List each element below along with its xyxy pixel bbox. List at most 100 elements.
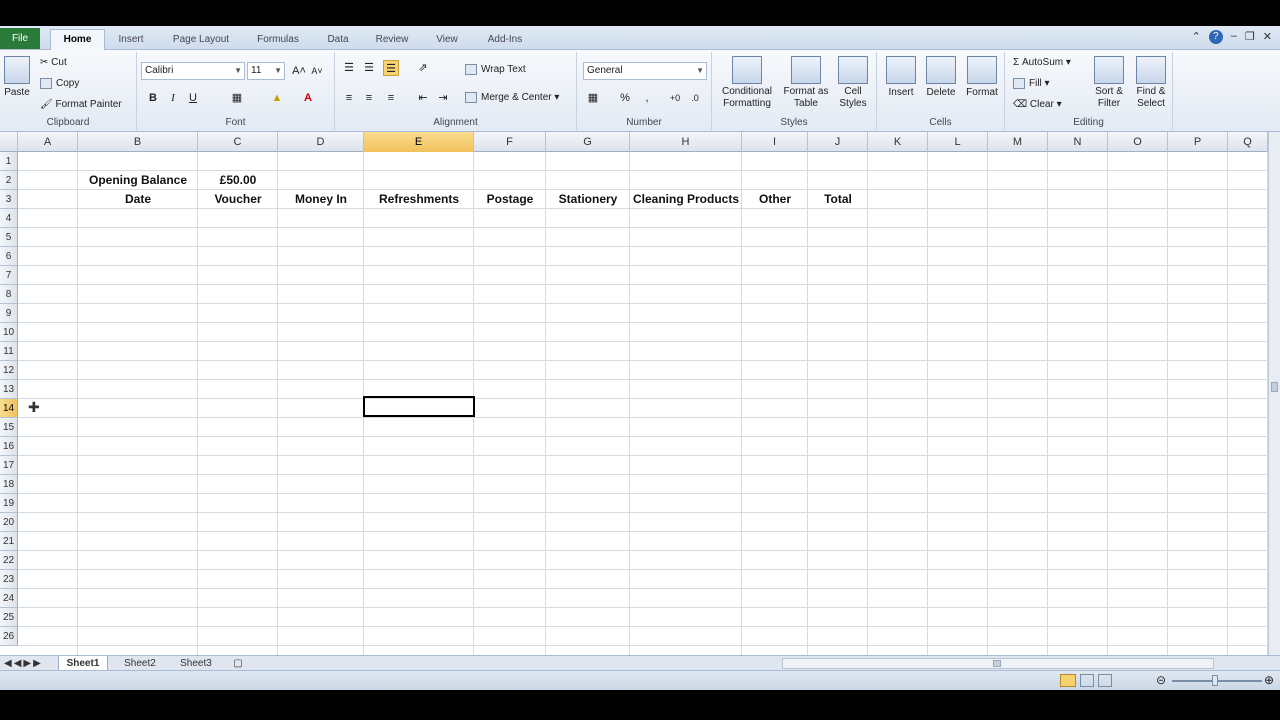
row-header-2[interactable]: 2 — [0, 171, 18, 190]
fill-color-icon[interactable]: ▲ — [269, 90, 285, 106]
underline-button[interactable]: U — [185, 90, 201, 106]
wrap-text-button[interactable]: Wrap Text — [465, 63, 526, 77]
tab-view[interactable]: View — [428, 30, 466, 49]
increase-indent-icon[interactable]: ⇥ — [435, 90, 451, 106]
align-bottom-icon[interactable]: ☰ — [383, 60, 399, 76]
row-header-17[interactable]: 17 — [0, 456, 18, 475]
select-all-corner[interactable] — [0, 132, 18, 152]
delete-button[interactable]: Delete — [923, 56, 959, 100]
column-header-q[interactable]: Q — [1228, 132, 1268, 152]
format-button[interactable]: Format — [963, 56, 1001, 100]
restore-icon[interactable]: ❐ — [1245, 30, 1255, 46]
header-other[interactable]: Other — [742, 190, 808, 209]
percent-button[interactable]: % — [617, 90, 633, 106]
sheet-nav-arrows-icon[interactable]: ◀◀▶▶ — [4, 656, 54, 671]
insert-sheet-icon[interactable]: ▢ — [228, 656, 248, 671]
page-layout-view-icon[interactable] — [1080, 674, 1094, 687]
help-icon[interactable]: ? — [1208, 30, 1223, 44]
column-header-h[interactable]: H — [630, 132, 742, 152]
conditional-formatting-button[interactable]: Conditional Formatting — [716, 56, 778, 110]
column-header-b[interactable]: B — [78, 132, 198, 152]
row-header-14[interactable]: 14 — [0, 399, 18, 418]
zoom-in-icon[interactable]: ⊕ — [1264, 673, 1274, 687]
row-header-5[interactable]: 5 — [0, 228, 18, 247]
column-header-g[interactable]: G — [546, 132, 630, 152]
font-size-select[interactable]: 11 ▼ — [247, 62, 285, 80]
column-header-a[interactable]: A — [18, 132, 78, 152]
row-header-11[interactable]: 11 — [0, 342, 18, 361]
tab-add-ins[interactable]: Add-Ins — [480, 30, 530, 49]
header-cleaning-products[interactable]: Cleaning Products — [630, 190, 742, 209]
zoom-out-icon[interactable]: ⊝ — [1156, 673, 1166, 687]
row-header-24[interactable]: 24 — [0, 589, 18, 608]
shrink-font-icon[interactable]: A˅ — [309, 63, 325, 79]
header-postage[interactable]: Postage — [474, 190, 546, 209]
increase-decimal-icon[interactable]: +0 — [667, 90, 683, 106]
clear-button[interactable]: ⌫ Clear ▾ — [1013, 98, 1062, 112]
align-top-icon[interactable]: ☰ — [341, 60, 357, 76]
column-header-j[interactable]: J — [808, 132, 868, 152]
align-right-icon[interactable]: ≡ — [383, 90, 399, 106]
row-header-8[interactable]: 8 — [0, 285, 18, 304]
tab-home[interactable]: Home — [50, 29, 105, 51]
horizontal-scroll-thumb[interactable] — [993, 660, 1001, 667]
header-voucher[interactable]: Voucher — [198, 190, 278, 209]
row-header-4[interactable]: 4 — [0, 209, 18, 228]
font-name-select[interactable]: Calibri ▼ — [141, 62, 245, 80]
row-header-9[interactable]: 9 — [0, 304, 18, 323]
tab-file[interactable]: File — [0, 28, 40, 49]
autosum-button[interactable]: Σ AutoSum ▾ — [1013, 56, 1071, 70]
horizontal-scrollbar[interactable] — [782, 658, 1214, 669]
header-total[interactable]: Total — [808, 190, 868, 209]
decrease-decimal-icon[interactable]: .0 — [687, 90, 703, 106]
row-header-25[interactable]: 25 — [0, 608, 18, 627]
align-left-icon[interactable]: ≡ — [341, 90, 357, 106]
cut-button[interactable]: ✂ Cut — [40, 56, 67, 70]
tab-sheet1[interactable]: Sheet1 — [58, 656, 108, 671]
tab-page-layout[interactable]: Page Layout — [165, 30, 237, 49]
align-middle-icon[interactable]: ☰ — [361, 60, 377, 76]
format-painter-button[interactable]: 🖌 Format Painter — [40, 98, 122, 112]
row-header-13[interactable]: 13 — [0, 380, 18, 399]
tab-sheet2[interactable]: Sheet2 — [116, 656, 164, 671]
merge-center-button[interactable]: Merge & Center ▾ — [465, 91, 559, 105]
column-header-l[interactable]: L — [928, 132, 988, 152]
row-header-26[interactable]: 26 — [0, 627, 18, 646]
fill-button[interactable]: Fill ▾ — [1013, 77, 1050, 91]
column-header-n[interactable]: N — [1048, 132, 1108, 152]
minimize-ribbon-icon[interactable]: ⌃ — [1192, 30, 1201, 46]
sort-filter-button[interactable]: Sort & Filter — [1089, 56, 1129, 110]
worksheet-grid[interactable]: ABCDEFGHIJKLMNOPQ 1 2 3 4 5 6 7 8 9 10 11 12 13 14 15 1… — [0, 132, 1268, 655]
close-icon[interactable]: ✕ — [1263, 30, 1272, 46]
italic-button[interactable]: I — [165, 90, 181, 106]
header-money-in[interactable]: Money In — [278, 190, 364, 209]
active-cell-e14[interactable] — [363, 396, 475, 417]
row-header-20[interactable]: 20 — [0, 513, 18, 532]
tab-insert[interactable]: Insert — [112, 30, 150, 49]
decrease-indent-icon[interactable]: ⇤ — [415, 90, 431, 106]
font-color-icon[interactable]: A — [300, 90, 316, 106]
borders-icon[interactable]: ▦ — [229, 90, 245, 106]
find-select-button[interactable]: Find & Select — [1131, 56, 1171, 110]
column-header-i[interactable]: I — [742, 132, 808, 152]
zoom-slider-thumb[interactable] — [1212, 675, 1218, 686]
header-date[interactable]: Date — [78, 190, 198, 209]
row-header-23[interactable]: 23 — [0, 570, 18, 589]
row-header-6[interactable]: 6 — [0, 247, 18, 266]
minimize-icon[interactable]: – — [1231, 30, 1237, 46]
header-refreshments[interactable]: Refreshments — [364, 190, 474, 209]
tab-review[interactable]: Review — [370, 30, 414, 49]
row-header-3[interactable]: 3 — [0, 190, 18, 209]
column-header-d[interactable]: D — [278, 132, 364, 152]
column-header-k[interactable]: K — [868, 132, 928, 152]
column-header-e[interactable]: E — [364, 132, 474, 152]
column-header-o[interactable]: O — [1108, 132, 1168, 152]
copy-button[interactable]: Copy — [40, 77, 79, 91]
opening-balance-value[interactable]: £50.00 — [198, 171, 278, 190]
row-header-21[interactable]: 21 — [0, 532, 18, 551]
orientation-icon[interactable]: ⇗ — [415, 60, 431, 76]
tab-formulas[interactable]: Formulas — [250, 30, 306, 49]
row-header-22[interactable]: 22 — [0, 551, 18, 570]
currency-icon[interactable]: ▦ — [585, 90, 601, 106]
column-header-m[interactable]: M — [988, 132, 1048, 152]
